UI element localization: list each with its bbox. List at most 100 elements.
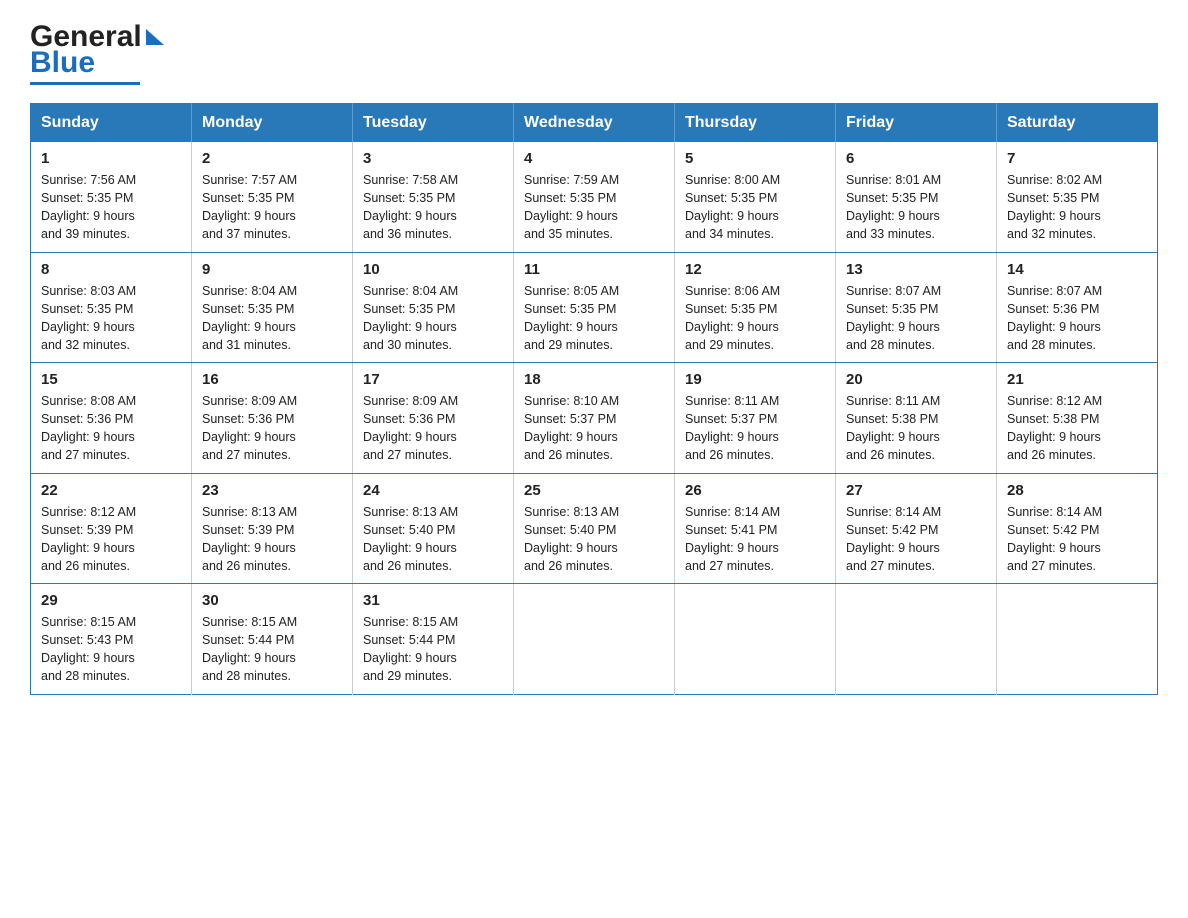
day-info: Sunrise: 7:56 AMSunset: 5:35 PMDaylight:… (41, 171, 181, 244)
day-info: Sunrise: 8:05 AMSunset: 5:35 PMDaylight:… (524, 282, 664, 355)
calendar-cell: 19 Sunrise: 8:11 AMSunset: 5:37 PMDayligh… (675, 363, 836, 474)
day-number: 5 (685, 150, 825, 167)
calendar-cell: 16 Sunrise: 8:09 AMSunset: 5:36 PMDayligh… (192, 363, 353, 474)
calendar-cell: 29 Sunrise: 8:15 AMSunset: 5:43 PMDayligh… (31, 584, 192, 695)
calendar-table: SundayMondayTuesdayWednesdayThursdayFrid… (30, 103, 1158, 695)
day-info: Sunrise: 8:13 AMSunset: 5:40 PMDaylight:… (363, 503, 503, 576)
calendar-cell: 15 Sunrise: 8:08 AMSunset: 5:36 PMDayligh… (31, 363, 192, 474)
day-info: Sunrise: 8:11 AMSunset: 5:37 PMDaylight:… (685, 392, 825, 465)
calendar-cell: 14Sunrise: 8:07 AMSunset: 5:36 PMDayligh… (997, 252, 1158, 363)
day-number: 18 (524, 371, 664, 388)
day-number: 28 (1007, 482, 1147, 499)
calendar-cell: 27 Sunrise: 8:14 AMSunset: 5:42 PMDayligh… (836, 473, 997, 584)
day-number: 7 (1007, 150, 1147, 167)
day-info: Sunrise: 8:13 AMSunset: 5:40 PMDaylight:… (524, 503, 664, 576)
day-number: 24 (363, 482, 503, 499)
day-info: Sunrise: 8:10 AMSunset: 5:37 PMDaylight:… (524, 392, 664, 465)
calendar-cell: 10 Sunrise: 8:04 AMSunset: 5:35 PMDayligh… (353, 252, 514, 363)
logo-triangle-icon (146, 29, 164, 45)
logo-line (30, 82, 140, 85)
day-info: Sunrise: 8:04 AMSunset: 5:35 PMDaylight:… (363, 282, 503, 355)
day-number: 31 (363, 592, 503, 609)
calendar-cell: 4 Sunrise: 7:59 AMSunset: 5:35 PMDaylight… (514, 142, 675, 252)
calendar-header-saturday: Saturday (997, 104, 1158, 143)
day-info: Sunrise: 8:15 AMSunset: 5:43 PMDaylight:… (41, 613, 181, 686)
calendar-cell: 28 Sunrise: 8:14 AMSunset: 5:42 PMDayligh… (997, 473, 1158, 584)
day-info: Sunrise: 8:15 AMSunset: 5:44 PMDaylight:… (202, 613, 342, 686)
calendar-cell: 8Sunrise: 8:03 AMSunset: 5:35 PMDaylight… (31, 252, 192, 363)
day-info: Sunrise: 8:15 AMSunset: 5:44 PMDaylight:… (363, 613, 503, 686)
calendar-cell: 21 Sunrise: 8:12 AMSunset: 5:38 PMDayligh… (997, 363, 1158, 474)
day-number: 30 (202, 592, 342, 609)
day-info: Sunrise: 7:59 AMSunset: 5:35 PMDaylight:… (524, 171, 664, 244)
day-number: 8 (41, 261, 181, 278)
calendar-header-tuesday: Tuesday (353, 104, 514, 143)
calendar-cell: 6Sunrise: 8:01 AMSunset: 5:35 PMDaylight… (836, 142, 997, 252)
day-info: Sunrise: 8:00 AMSunset: 5:35 PMDaylight:… (685, 171, 825, 244)
day-info: Sunrise: 8:06 AMSunset: 5:35 PMDaylight:… (685, 282, 825, 355)
calendar-cell: 25 Sunrise: 8:13 AMSunset: 5:40 PMDayligh… (514, 473, 675, 584)
calendar-week-row: 1 Sunrise: 7:56 AMSunset: 5:35 PMDaylight… (31, 142, 1158, 252)
calendar-cell: 1 Sunrise: 7:56 AMSunset: 5:35 PMDaylight… (31, 142, 192, 252)
day-info: Sunrise: 8:09 AMSunset: 5:36 PMDaylight:… (202, 392, 342, 465)
logo-area: General Blue (30, 20, 164, 85)
day-number: 12 (685, 261, 825, 278)
day-info: Sunrise: 8:08 AMSunset: 5:36 PMDaylight:… (41, 392, 181, 465)
day-number: 26 (685, 482, 825, 499)
calendar-cell: 2 Sunrise: 7:57 AMSunset: 5:35 PMDaylight… (192, 142, 353, 252)
day-info: Sunrise: 7:57 AMSunset: 5:35 PMDaylight:… (202, 171, 342, 244)
calendar-cell: 22 Sunrise: 8:12 AMSunset: 5:39 PMDayligh… (31, 473, 192, 584)
day-info: Sunrise: 8:07 AMSunset: 5:35 PMDaylight:… (846, 282, 986, 355)
calendar-header-monday: Monday (192, 104, 353, 143)
day-number: 25 (524, 482, 664, 499)
calendar-cell: 13 Sunrise: 8:07 AMSunset: 5:35 PMDayligh… (836, 252, 997, 363)
day-number: 27 (846, 482, 986, 499)
day-info: Sunrise: 8:14 AMSunset: 5:41 PMDaylight:… (685, 503, 825, 576)
day-number: 20 (846, 371, 986, 388)
calendar-cell: 20Sunrise: 8:11 AMSunset: 5:38 PMDayligh… (836, 363, 997, 474)
calendar-cell: 18 Sunrise: 8:10 AMSunset: 5:37 PMDayligh… (514, 363, 675, 474)
calendar-cell (997, 584, 1158, 695)
calendar-week-row: 22 Sunrise: 8:12 AMSunset: 5:39 PMDayligh… (31, 473, 1158, 584)
day-info: Sunrise: 8:12 AMSunset: 5:39 PMDaylight:… (41, 503, 181, 576)
day-info: Sunrise: 8:12 AMSunset: 5:38 PMDaylight:… (1007, 392, 1147, 465)
day-number: 6 (846, 150, 986, 167)
day-info: Sunrise: 8:02 AMSunset: 5:35 PMDaylight:… (1007, 171, 1147, 244)
calendar-cell (836, 584, 997, 695)
day-info: Sunrise: 8:09 AMSunset: 5:36 PMDaylight:… (363, 392, 503, 465)
calendar-header: SundayMondayTuesdayWednesdayThursdayFrid… (31, 104, 1158, 143)
calendar-cell: 17 Sunrise: 8:09 AMSunset: 5:36 PMDayligh… (353, 363, 514, 474)
day-number: 17 (363, 371, 503, 388)
calendar-cell: 24 Sunrise: 8:13 AMSunset: 5:40 PMDayligh… (353, 473, 514, 584)
logo-blue-part: Blue (30, 46, 95, 80)
calendar-header-thursday: Thursday (675, 104, 836, 143)
day-number: 15 (41, 371, 181, 388)
day-info: Sunrise: 8:13 AMSunset: 5:39 PMDaylight:… (202, 503, 342, 576)
calendar-cell: 5 Sunrise: 8:00 AMSunset: 5:35 PMDaylight… (675, 142, 836, 252)
calendar-cell: 9Sunrise: 8:04 AMSunset: 5:35 PMDaylight… (192, 252, 353, 363)
calendar-cell: 31 Sunrise: 8:15 AMSunset: 5:44 PMDayligh… (353, 584, 514, 695)
calendar-cell: 12 Sunrise: 8:06 AMSunset: 5:35 PMDayligh… (675, 252, 836, 363)
calendar-body: 1 Sunrise: 7:56 AMSunset: 5:35 PMDaylight… (31, 142, 1158, 694)
day-info: Sunrise: 7:58 AMSunset: 5:35 PMDaylight:… (363, 171, 503, 244)
day-number: 1 (41, 150, 181, 167)
calendar-header-friday: Friday (836, 104, 997, 143)
day-number: 22 (41, 482, 181, 499)
calendar-cell: 7 Sunrise: 8:02 AMSunset: 5:35 PMDaylight… (997, 142, 1158, 252)
day-number: 13 (846, 261, 986, 278)
day-number: 21 (1007, 371, 1147, 388)
day-number: 4 (524, 150, 664, 167)
day-number: 29 (41, 592, 181, 609)
day-number: 19 (685, 371, 825, 388)
day-number: 2 (202, 150, 342, 167)
day-info: Sunrise: 8:14 AMSunset: 5:42 PMDaylight:… (1007, 503, 1147, 576)
day-number: 16 (202, 371, 342, 388)
day-number: 10 (363, 261, 503, 278)
day-info: Sunrise: 8:14 AMSunset: 5:42 PMDaylight:… (846, 503, 986, 576)
calendar-cell: 23Sunrise: 8:13 AMSunset: 5:39 PMDayligh… (192, 473, 353, 584)
calendar-cell: 11Sunrise: 8:05 AMSunset: 5:35 PMDayligh… (514, 252, 675, 363)
day-number: 9 (202, 261, 342, 278)
calendar-cell: 30 Sunrise: 8:15 AMSunset: 5:44 PMDayligh… (192, 584, 353, 695)
day-number: 3 (363, 150, 503, 167)
calendar-week-row: 29 Sunrise: 8:15 AMSunset: 5:43 PMDayligh… (31, 584, 1158, 695)
